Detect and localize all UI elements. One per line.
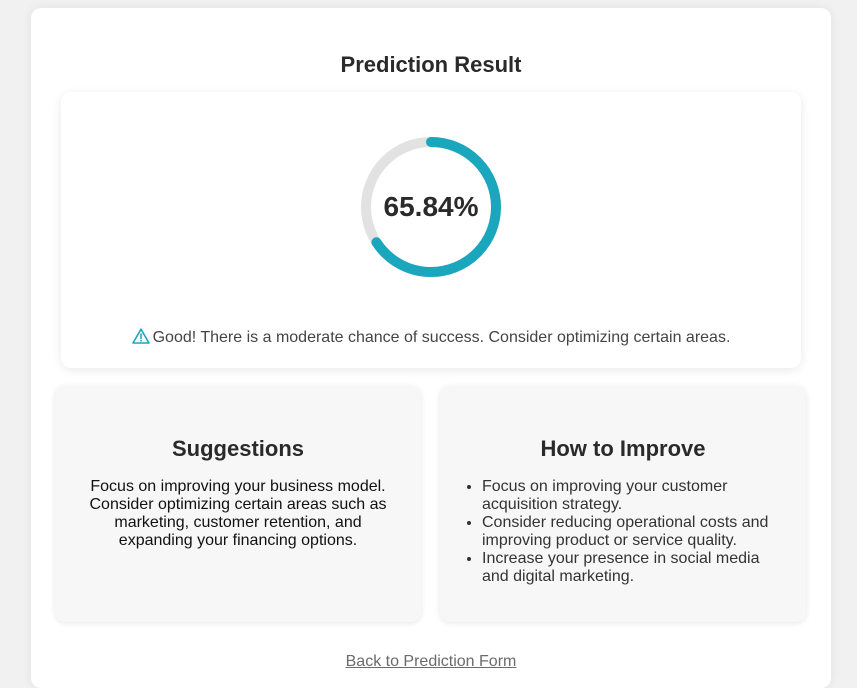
result-message-row: Good! There is a moderate chance of succ…	[61, 328, 801, 347]
progress-ring: 65.84%	[356, 132, 506, 282]
suggestions-heading: Suggestions	[171, 436, 304, 461]
result-page: Prediction Result 65.84% Good! There is …	[31, 8, 831, 688]
page-title: Prediction Result	[340, 52, 522, 77]
list-item: Focus on improving your customer acquisi…	[482, 478, 782, 514]
progress-percentage: 65.84%	[383, 191, 479, 222]
result-message: Good! There is a moderate chance of succ…	[152, 329, 731, 346]
back-to-form-link[interactable]: Back to Prediction Form	[346, 653, 517, 670]
suggestions-text: Focus on improving your business model. …	[89, 478, 387, 549]
suggestions-panel: Suggestions Focus on improving your busi…	[55, 386, 421, 622]
result-card: 65.84% Good! There is a moderate chance …	[61, 92, 801, 368]
list-item: Increase your presence in social media a…	[482, 550, 782, 586]
improve-list: Focus on improving your customer acquisi…	[440, 478, 782, 586]
list-item: Consider reducing operational costs and …	[482, 514, 782, 550]
back-link-row: Back to Prediction Form	[31, 653, 831, 671]
improve-heading: How to Improve	[540, 436, 706, 461]
improve-panel: How to Improve Focus on improving your c…	[440, 386, 806, 622]
warning-triangle-icon	[131, 328, 150, 344]
